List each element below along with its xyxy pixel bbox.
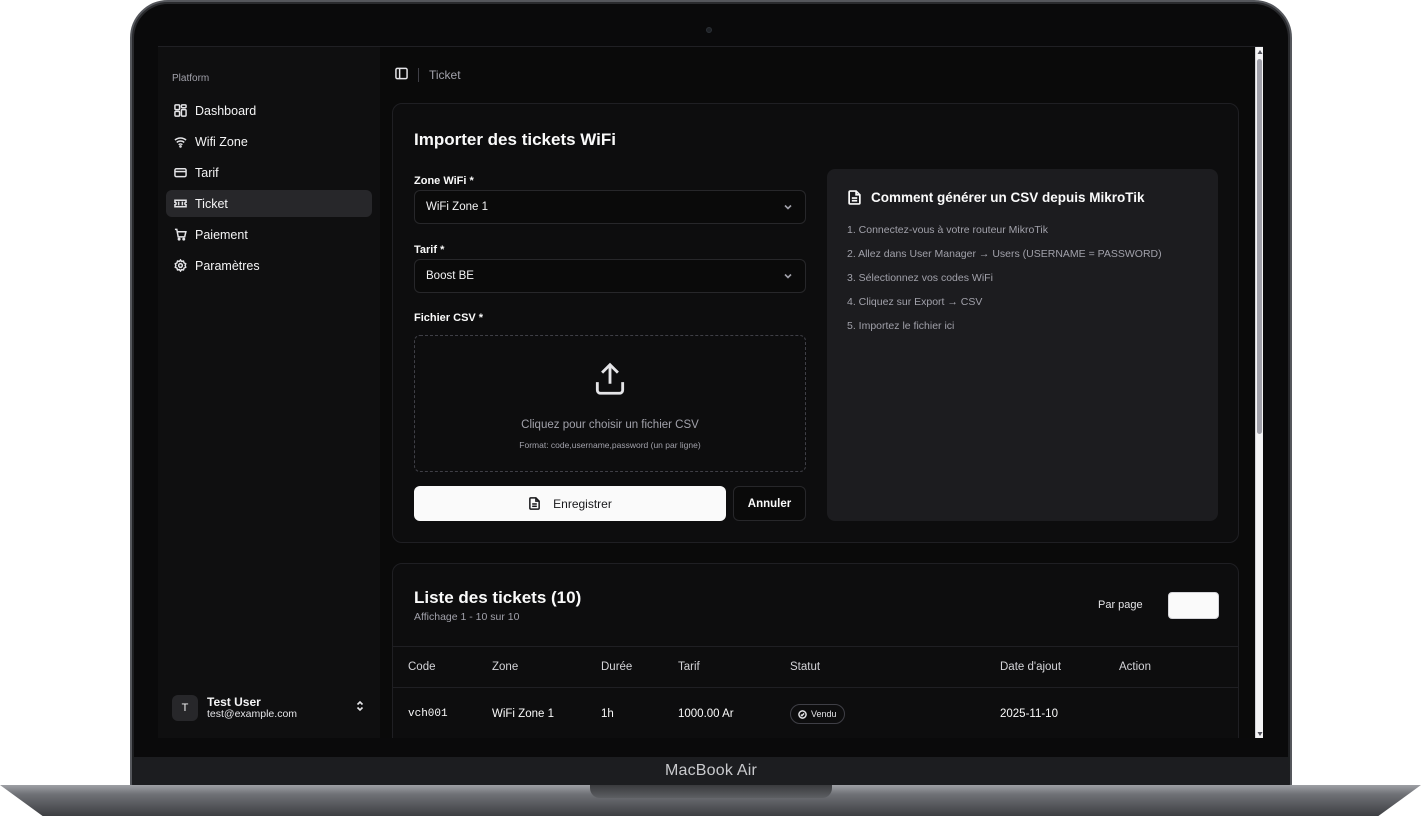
file-text-icon (848, 190, 861, 205)
sidebar-item-label: Paiement (195, 227, 248, 242)
help-step: 2. Allez dans User Manager → Users (USER… (847, 248, 1162, 260)
breadcrumb-separator (418, 68, 419, 82)
user-info: Test User test@example.com (207, 694, 345, 721)
column-header-date: Date d'ajout (1000, 661, 1062, 673)
sidebar-item-label: Wifi Zone (195, 134, 248, 149)
upload-icon (591, 360, 629, 403)
main-content: Ticket Importer des tickets WiFi Zone Wi… (380, 47, 1255, 738)
help-title-text: Comment générer un CSV depuis MikroTik (871, 190, 1145, 205)
zone-select[interactable]: WiFi Zone 1 (414, 190, 806, 224)
dropzone-prompt: Cliquez pour choisir un fichier CSV (521, 419, 699, 431)
help-title: Comment générer un CSV depuis MikroTik (847, 190, 1198, 205)
help-steps: 1. Connectez-vous à votre routeur MikroT… (847, 224, 1198, 333)
table-header: Code Zone Durée Tarif Statut Date d'ajou… (393, 646, 1238, 688)
cell-code: vch001 (408, 708, 448, 720)
device-label: MacBook Air (664, 762, 757, 779)
column-header-zone: Zone (492, 661, 519, 673)
app-screen: Platform Dashboard Wifi Zone Tarif Ticke… (158, 46, 1263, 738)
settings-icon (173, 259, 187, 273)
sidebar-item-label: Tarif (195, 165, 219, 180)
column-header-action: Action (1119, 661, 1151, 673)
laptop-notch (590, 785, 832, 798)
sidebar-item-paiement[interactable]: Paiement (166, 221, 372, 248)
scroll-down-arrow-icon[interactable] (1257, 731, 1263, 737)
sidebar-group-label: Platform (172, 73, 210, 84)
import-title: Importer des tickets WiFi (414, 130, 617, 149)
per-page-input[interactable]: 10 (1168, 592, 1219, 619)
help-step: 1. Connectez-vous à votre routeur MikroT… (847, 224, 1048, 236)
sidebar-item-wifi-zone[interactable]: Wifi Zone (166, 128, 372, 155)
scroll-up-arrow-icon[interactable] (1257, 49, 1263, 55)
status-badge: Vendu (790, 704, 845, 724)
tarif-select[interactable]: Boost BE (414, 259, 806, 293)
tarif-select-value: Boost BE (426, 270, 474, 282)
check-circle-icon (798, 709, 807, 719)
sidebar-item-dashboard[interactable]: Dashboard (166, 97, 372, 124)
file-label: Fichier CSV * (414, 312, 484, 324)
column-header-code: Code (408, 661, 436, 673)
csv-help-panel: Comment générer un CSV depuis MikroTik 1… (827, 169, 1218, 521)
wifi-icon (173, 135, 187, 149)
sidebar-item-parametres[interactable]: Paramètres (166, 252, 372, 279)
scrollbar-thumb[interactable] (1257, 59, 1262, 434)
zone-label: Zone WiFi * (414, 175, 474, 187)
cell-zone: WiFi Zone 1 (492, 708, 554, 720)
sidebar-item-label: Dashboard (195, 103, 257, 118)
breadcrumb: Ticket (380, 47, 1255, 103)
sidebar-item-label: Ticket (195, 196, 228, 211)
breadcrumb-current: Ticket (429, 68, 461, 82)
file-text-icon (529, 497, 541, 510)
ticket-list-card: Liste des tickets (10) Affichage 1 - 10 … (392, 563, 1239, 738)
tarif-label: Tarif * (414, 244, 445, 256)
cell-tarif: 1000.00 Ar (678, 708, 734, 720)
user-name: Test User (207, 694, 261, 709)
cell-date: 2025-11-10 (1000, 708, 1058, 720)
zone-select-value: WiFi Zone 1 (426, 201, 488, 213)
ticket-icon (173, 197, 187, 211)
help-step: 4. Cliquez sur Export → CSV (847, 296, 983, 308)
sidebar-toggle-icon[interactable] (395, 67, 408, 83)
help-step: 5. Importez le fichier ici (847, 320, 955, 332)
table-row[interactable]: vch001 WiFi Zone 1 1h 1000.00 Ar Vendu 2… (393, 688, 1238, 738)
status-badge-label: Vendu (811, 709, 837, 719)
sidebar: Platform Dashboard Wifi Zone Tarif Ticke… (158, 47, 380, 738)
sidebar-item-label: Paramètres (195, 258, 260, 273)
user-email: test@example.com (207, 707, 298, 720)
credit-card-icon (173, 166, 187, 180)
camera-icon (706, 27, 712, 33)
column-header-statut: Statut (790, 661, 821, 673)
help-step: 3. Sélectionnez vos codes WiFi (847, 272, 993, 284)
cart-icon (173, 228, 187, 242)
laptop-chin: MacBook Air (134, 757, 1288, 785)
csv-dropzone[interactable]: Cliquez pour choisir un fichier CSV Form… (414, 335, 806, 472)
ticket-list-title: Liste des tickets (10) (414, 588, 582, 607)
column-header-duree: Durée (601, 661, 633, 673)
sidebar-item-ticket[interactable]: Ticket (166, 190, 372, 217)
avatar: T (172, 695, 198, 721)
column-header-tarif: Tarif (678, 661, 700, 673)
dropzone-hint: Format: code,username,password (un par l… (519, 440, 701, 450)
cell-duree: 1h (601, 708, 614, 720)
save-button[interactable]: Enregistrer (414, 486, 726, 521)
chevron-down-icon (784, 204, 792, 210)
user-menu[interactable]: T Test User test@example.com (166, 689, 372, 727)
ticket-list-subtitle: Affichage 1 - 10 sur 10 (414, 611, 520, 623)
chevron-down-icon (784, 273, 792, 279)
chevrons-up-down-icon (354, 699, 366, 717)
cancel-button[interactable]: Annuler (733, 486, 806, 521)
dashboard-icon (173, 104, 187, 118)
per-page-label: Par page (1098, 599, 1143, 611)
sidebar-item-tarif[interactable]: Tarif (166, 159, 372, 186)
import-card: Importer des tickets WiFi Zone WiFi * Wi… (392, 103, 1239, 543)
save-button-label: Enregistrer (553, 496, 612, 511)
page-scrollbar[interactable] (1255, 47, 1263, 738)
